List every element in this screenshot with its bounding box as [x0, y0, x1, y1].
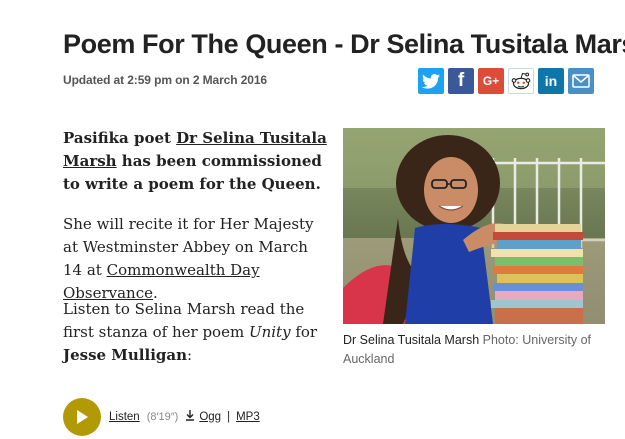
- portrait-image: [343, 128, 605, 324]
- facebook-icon: f: [457, 70, 465, 91]
- mp3-download-link[interactable]: MP3: [236, 411, 260, 423]
- page-title: Poem For The Queen - Dr Selina Tusitala …: [63, 29, 625, 59]
- updated-timestamp: Updated at 2:59 pm on 2 March 2016: [63, 73, 267, 87]
- facebook-share-button[interactable]: f: [448, 68, 474, 94]
- twitter-share-button[interactable]: [418, 68, 444, 94]
- linkedin-share-button[interactable]: in: [538, 68, 564, 94]
- photo-caption: Dr Selina Tusitala Marsh Photo: Universi…: [343, 331, 605, 369]
- paragraph-2-end: :: [187, 346, 193, 364]
- share-bar: f G+ in: [418, 68, 594, 94]
- paragraph-2-for: for: [290, 323, 318, 341]
- caption-name: Dr Selina Tusitala Marsh: [343, 333, 480, 347]
- article-paragraph-2: Listen to Selina Marsh read the first st…: [63, 298, 328, 367]
- google-plus-share-button[interactable]: G+: [478, 68, 504, 94]
- play-button[interactable]: [63, 398, 101, 436]
- jesse-mulligan: Jesse Mulligan: [63, 346, 188, 364]
- poem-title: Unity: [248, 323, 291, 341]
- twitter-icon: [422, 73, 440, 89]
- audio-player: Listen (8′19″) Ogg | MP3: [63, 398, 260, 436]
- listen-link[interactable]: Listen: [109, 411, 140, 423]
- article-photo: [343, 128, 605, 324]
- linkedin-icon: in: [544, 73, 558, 89]
- google-plus-icon: G+: [482, 74, 500, 88]
- ogg-download-link[interactable]: Ogg: [199, 411, 221, 423]
- email-share-button[interactable]: [568, 68, 594, 94]
- email-icon: [572, 74, 590, 88]
- reddit-share-button[interactable]: [508, 68, 534, 94]
- play-icon: [77, 410, 88, 424]
- separator: |: [227, 411, 231, 423]
- download-icon: [185, 408, 195, 426]
- article-paragraph-1: She will recite it for Her Majesty at We…: [63, 213, 328, 305]
- lead-text-start: Pasifika poet: [63, 129, 177, 147]
- audio-duration: (8′19″): [146, 411, 179, 423]
- reddit-icon: [511, 72, 531, 90]
- article-lead: Pasifika poet Dr Selina Tusitala Marsh h…: [63, 127, 328, 196]
